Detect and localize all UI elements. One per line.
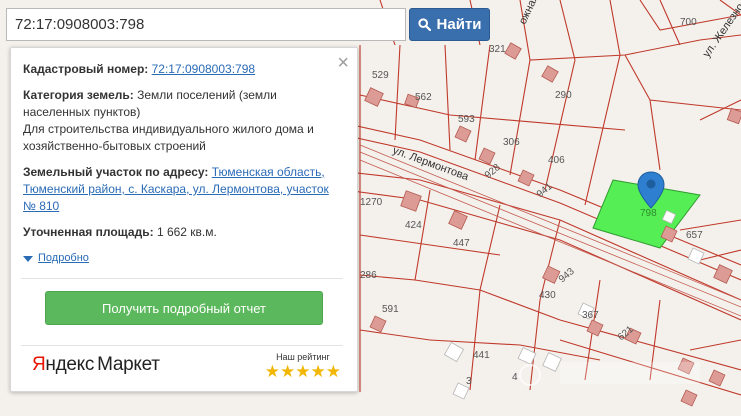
parcel-label: 306 bbox=[503, 137, 520, 148]
search-button[interactable]: Найти bbox=[409, 8, 490, 41]
address-label: Земельный участок по адресу: bbox=[23, 165, 209, 179]
cadastral-number-label: Кадастровый номер: bbox=[23, 62, 149, 76]
get-report-button[interactable]: Получить подробный отчет bbox=[45, 291, 323, 325]
parcel-label: 657 bbox=[686, 230, 703, 241]
parcel-label: 441 bbox=[473, 350, 490, 361]
parcel-label: 286 bbox=[360, 270, 377, 281]
cadastral-number-link[interactable]: 72:17:0908003:798 bbox=[152, 62, 255, 76]
parcel-label: 562 bbox=[415, 92, 432, 103]
parcel-label: 4 bbox=[512, 372, 518, 383]
yandex-market-logo[interactable]: Яндекс Маркет bbox=[32, 355, 160, 374]
area-label: Уточненная площадь: bbox=[23, 225, 154, 239]
parcel-label: 591 bbox=[382, 304, 399, 315]
address-row: Земельный участок по адресу: Тюменская о… bbox=[23, 164, 339, 215]
parcel-label: 424 bbox=[405, 220, 422, 231]
divider bbox=[21, 345, 343, 346]
area-row: Уточненная площадь: 1 662 кв.м. bbox=[23, 224, 339, 241]
parcel-label: 798 bbox=[640, 208, 657, 219]
search-input[interactable] bbox=[6, 8, 406, 41]
divider bbox=[21, 278, 343, 279]
star-rating-icon: ★★★★★ bbox=[264, 362, 341, 381]
parcel-label: 430 bbox=[539, 290, 556, 301]
land-usage-value: Для строительства индивидуального жилого… bbox=[23, 122, 314, 153]
parcel-label: 367 bbox=[582, 310, 599, 321]
parcel-label: 290 bbox=[555, 90, 572, 101]
details-toggle[interactable]: Подробно bbox=[23, 250, 339, 267]
parcel-label: 700 bbox=[680, 17, 697, 28]
parcel-label: 529 bbox=[372, 70, 389, 81]
parcel-label: 1270 bbox=[360, 197, 383, 208]
close-icon[interactable]: × bbox=[337, 53, 349, 73]
parcel-label: 593 bbox=[458, 114, 475, 125]
details-link[interactable]: Подробно bbox=[38, 250, 89, 267]
parcel-label: 321 bbox=[489, 44, 506, 55]
parcel-label: 3 bbox=[466, 376, 472, 387]
chevron-down-icon bbox=[23, 255, 33, 262]
parcel-label: 447 bbox=[453, 238, 470, 249]
parcel-info-panel: × Кадастровый номер: 72:17:0908003:798 К… bbox=[10, 47, 358, 392]
cadastral-number-row: Кадастровый номер: 72:17:0908003:798 bbox=[23, 61, 339, 78]
search-button-label: Найти bbox=[436, 16, 482, 33]
search-icon bbox=[417, 18, 431, 31]
land-category-label: Категория земель: bbox=[23, 88, 134, 102]
area-value: 1 662 кв.м. bbox=[156, 225, 217, 239]
land-category-row: Категория земель: Земли поселений (земли… bbox=[23, 87, 339, 155]
parcel-label: 406 bbox=[548, 155, 565, 166]
rating-badge[interactable]: Наш рейтинг ★★★★★ bbox=[265, 351, 341, 381]
